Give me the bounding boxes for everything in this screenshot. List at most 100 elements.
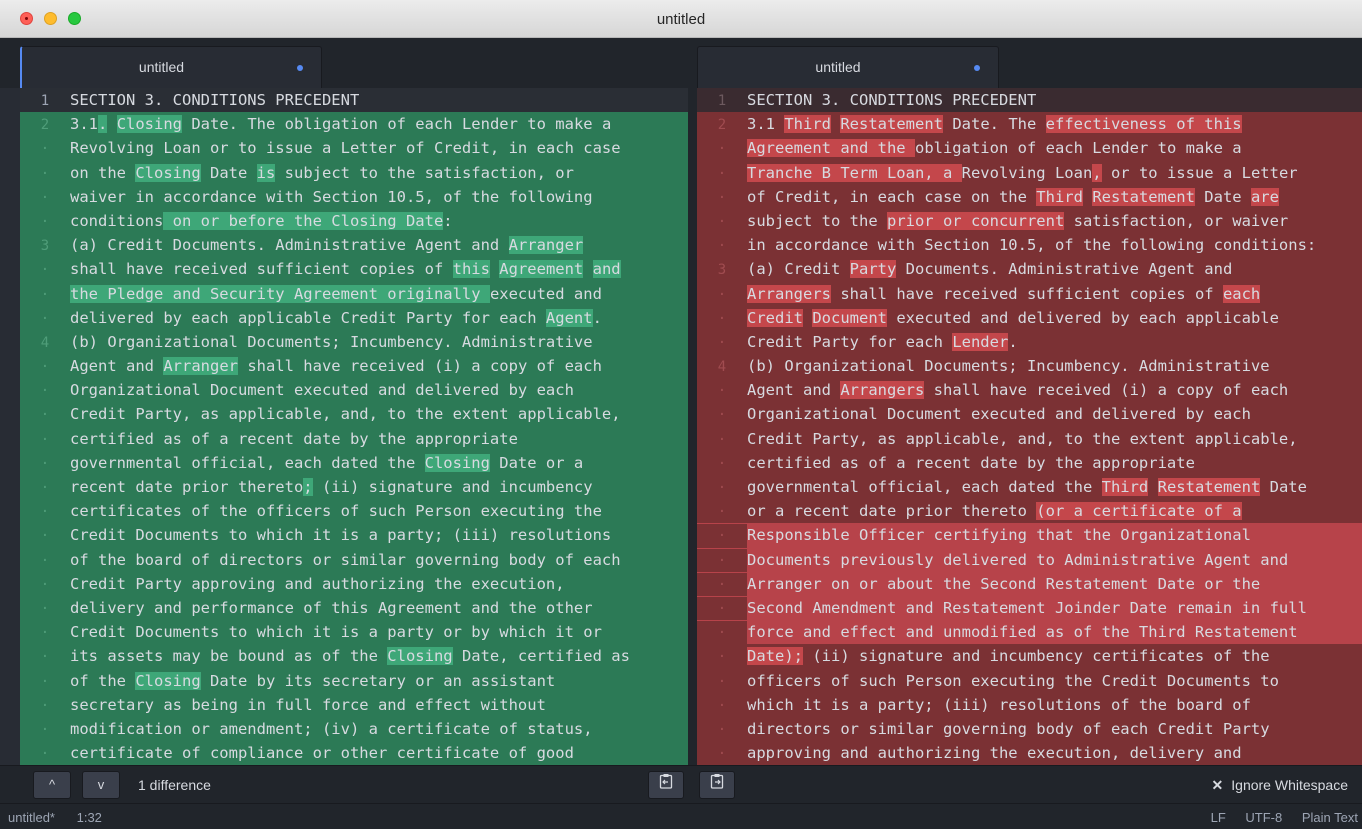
code-line[interactable]: · Second Amendment and Restatement Joinde… (697, 595, 1362, 622)
tab-left-untitled[interactable]: untitled (20, 46, 322, 88)
code-line[interactable]: 2 3.1. Closing Date. The obligation of ea… (20, 112, 688, 136)
code-line[interactable]: · certified as of a recent date by the ap… (20, 427, 688, 451)
ignore-whitespace-toggle[interactable]: ✕ Ignore Whitespace (1212, 777, 1348, 794)
code-line[interactable]: · the Pledge and Security Agreement origi… (20, 282, 688, 306)
code-line[interactable]: · or a recent date prior thereto (or a ce… (697, 499, 1362, 523)
diff-highlight: Restatement (1092, 187, 1195, 206)
code-text: Documents previously delivered to Admini… (747, 550, 1289, 569)
status-file-name[interactable]: untitled* (8, 810, 55, 825)
code-line[interactable]: · governmental official, each dated the T… (697, 475, 1362, 499)
code-line[interactable]: · force and effect and unmodified as of t… (697, 620, 1362, 646)
pane-divider[interactable] (688, 88, 697, 765)
code-line[interactable]: · Date); (ii) signature and incumbency ce… (697, 644, 1362, 668)
copy-to-left-button[interactable] (648, 771, 684, 799)
code-line[interactable]: · Credit Party approving and authorizing … (20, 572, 688, 596)
code-text: Credit Party, as applicable, and, to the… (747, 429, 1298, 448)
code-line[interactable]: · Documents previously delivered to Admin… (697, 547, 1362, 573)
status-line-ending[interactable]: LF (1211, 810, 1226, 825)
code-line[interactable]: · Credit Document executed and delivered … (697, 306, 1362, 330)
diff-highlight: this (452, 260, 490, 279)
status-cursor-position[interactable]: 1:32 (77, 810, 102, 825)
code-line[interactable]: · shall have received sufficient copies o… (20, 257, 688, 281)
code-line[interactable]: · subject to the prior or concurrent sati… (697, 209, 1362, 233)
chevron-down-icon: v (97, 777, 105, 792)
line-number: · (717, 649, 727, 666)
code-line[interactable]: · Tranche B Term Loan, a Revolving Loan, … (697, 161, 1362, 185)
line-number: · (40, 576, 50, 593)
code-text: certificates of the officers of such Per… (70, 502, 602, 521)
code-line[interactable]: · recent date prior thereto; (ii) signatu… (20, 475, 688, 499)
tab-right-untitled[interactable]: untitled (697, 46, 999, 88)
code-line[interactable]: · directors or similar governing body of … (697, 717, 1362, 741)
status-grammar[interactable]: Plain Text (1302, 810, 1358, 825)
code-line[interactable]: 3 (a) Credit Documents. Administrative Ag… (20, 233, 688, 257)
code-line[interactable]: · Agent and Arrangers shall have received… (697, 378, 1362, 402)
code-line[interactable]: 2 3.1 Third Restatement Date. The effecti… (697, 112, 1362, 136)
code-line[interactable]: · delivered by each applicable Credit Par… (20, 306, 688, 330)
code-line[interactable]: · of the board of directors or similar go… (20, 548, 688, 572)
diff-highlight: prior or concurrent (886, 211, 1065, 230)
line-number: 1 (717, 93, 727, 109)
code-line[interactable]: · on the Closing Date is subject to the s… (20, 161, 688, 185)
diff-count: 1 difference (138, 777, 211, 793)
code-line[interactable]: · its assets may be bound as of the Closi… (20, 644, 688, 668)
code-line[interactable]: · delivery and performance of this Agreem… (20, 596, 688, 620)
line-number: · (717, 673, 727, 690)
code-line[interactable]: · in accordance with Section 10.5, of the… (697, 233, 1362, 257)
code-line[interactable]: · waiver in accordance with Section 10.5,… (20, 185, 688, 209)
code-text: recent date prior thereto (70, 478, 304, 496)
code-text: executed and (489, 284, 602, 303)
code-line[interactable]: 1 SECTION 3. CONDITIONS PRECEDENT (697, 88, 1362, 113)
line-number: · (717, 213, 727, 230)
code-line[interactable]: · Credit Party for each Lender. (697, 330, 1362, 354)
code-text: Date. The obligation of each Lender to m… (182, 115, 612, 134)
code-line[interactable]: 1 SECTION 3. CONDITIONS PRECEDENT (20, 88, 688, 113)
code-line[interactable]: · certificate of compliance or other cert… (20, 741, 688, 765)
code-line[interactable]: · of the Closing Date by its secretary or… (20, 669, 688, 693)
code-line[interactable]: · Arrangers shall have received sufficien… (697, 282, 1362, 306)
code-line[interactable]: · Revolving Loan or to issue a Letter of … (20, 136, 688, 160)
code-line[interactable]: 3 (a) Credit Party Documents. Administrat… (697, 257, 1362, 281)
code-text: Revolving Loan (961, 163, 1093, 182)
code-line[interactable]: · Credit Documents to which it is a party… (20, 523, 688, 547)
code-text: shall have received sufficient copies of (831, 284, 1223, 303)
code-line[interactable]: · certificates of the officers of such Pe… (20, 499, 688, 523)
line-number: · (717, 189, 727, 206)
code-line[interactable]: · Agreement and the obligation of each Le… (697, 136, 1362, 160)
code-line[interactable]: · Credit Party, as applicable, and, to th… (20, 402, 688, 426)
line-number: 1 (40, 93, 50, 109)
code-text: Agent and (747, 381, 841, 400)
code-line[interactable]: · Arranger on or about the Second Restate… (697, 571, 1362, 597)
code-line[interactable]: · Agent and Arranger shall have received … (20, 354, 688, 378)
previous-diff-button[interactable]: ^ (33, 771, 71, 799)
modified-dot-icon (974, 65, 980, 71)
code-line[interactable]: · conditions on or before the Closing Dat… (20, 209, 688, 233)
code-line[interactable]: · Organizational Document executed and de… (697, 402, 1362, 426)
code-line[interactable]: · which it is a party; (iii) resolutions … (697, 693, 1362, 717)
code-line[interactable]: · governmental official, each dated the C… (20, 451, 688, 475)
code-line[interactable]: 4 (b) Organizational Documents; Incumbenc… (697, 354, 1362, 378)
code-line[interactable]: 4 (b) Organizational Documents; Incumbenc… (20, 330, 688, 354)
code-line[interactable]: · secretary as being in full force and ef… (20, 693, 688, 717)
code-line[interactable]: · modification or amendment; (iv) a certi… (20, 717, 688, 741)
code-line[interactable]: · Responsible Officer certifying that the… (697, 523, 1362, 549)
code-line[interactable]: · Credit Documents to which it is a party… (20, 620, 688, 644)
line-number: 3 (717, 262, 727, 279)
code-line[interactable]: · Organizational Document executed and de… (20, 378, 688, 402)
code-text: Second Amendment and Restatement Joinder… (747, 598, 1307, 617)
copy-to-right-button[interactable] (699, 771, 735, 799)
right-editor-pane[interactable]: 1 SECTION 3. CONDITIONS PRECEDENT 2 3.1 Thi… (697, 88, 1362, 765)
diff-highlight: Closing (135, 163, 201, 182)
code-line[interactable]: · Credit Party, as applicable, and, to th… (697, 427, 1362, 451)
code-line[interactable]: · certified as of a recent date by the ap… (697, 451, 1362, 475)
code-line[interactable]: · of Credit, in each case on the Third Re… (697, 185, 1362, 209)
next-diff-button[interactable]: v (82, 771, 120, 799)
code-text: Date or a (489, 453, 584, 472)
status-encoding[interactable]: UTF-8 (1245, 810, 1282, 825)
code-line[interactable]: · approving and authorizing the execution… (697, 741, 1362, 765)
code-text: satisfaction, or waiver (1064, 211, 1289, 230)
left-editor-pane[interactable]: 1 SECTION 3. CONDITIONS PRECEDENT 2 3.1. Cl… (20, 88, 688, 765)
code-line[interactable]: · officers of such Person executing the C… (697, 669, 1362, 693)
code-text: Date by its secretary or an assistant (200, 671, 556, 690)
